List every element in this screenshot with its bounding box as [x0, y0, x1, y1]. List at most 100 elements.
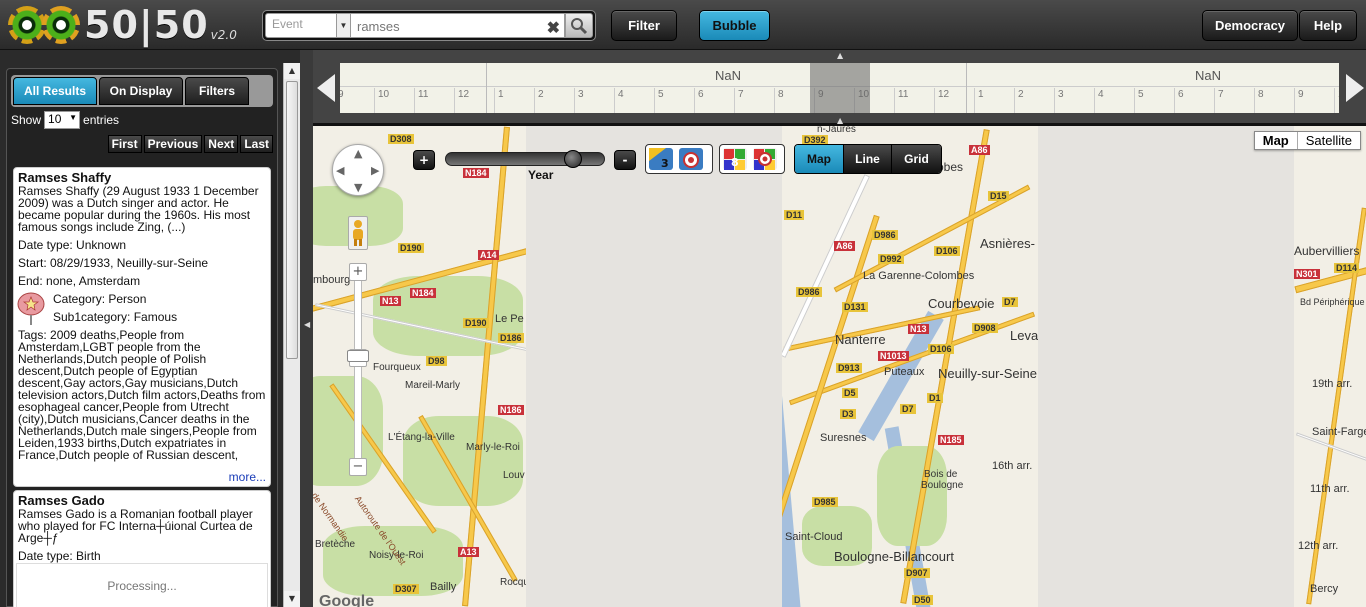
road-label: D3	[840, 409, 856, 419]
place-label: Levallo	[1010, 328, 1038, 343]
map-tile: Aubervilliers N301 D114 Bd Périphérique …	[1294, 126, 1366, 607]
bubble-button[interactable]: Bubble	[699, 10, 770, 41]
cluster-overlay-icon[interactable]: 8	[722, 147, 748, 171]
result-title[interactable]: Ramses Shaffy	[18, 170, 266, 185]
scroll-up-icon[interactable]: ▲	[284, 63, 300, 79]
street-view-pegman-icon[interactable]	[348, 216, 368, 250]
zoom-slider-track[interactable]	[354, 266, 362, 476]
place-label: Le Pe	[495, 313, 524, 325]
road-label: N1013	[878, 351, 909, 361]
timeline-window[interactable]: ▲ ▲	[810, 51, 870, 125]
help-button[interactable]: Help	[1299, 10, 1357, 41]
zoom-in-button[interactable]: +	[349, 263, 367, 281]
place-label: Boulogne-Billancourt	[834, 549, 954, 564]
results-sidebar: All Results On Display Filters Show 10 ▼…	[6, 68, 278, 607]
chevron-down-icon[interactable]: ▼	[336, 14, 350, 37]
timeline-tick-label: 3	[1054, 88, 1064, 113]
timeline-tick-label: 1	[974, 88, 984, 113]
window-handle-down-icon[interactable]: ▲	[837, 116, 843, 125]
road-label: D908	[972, 323, 998, 333]
road-label: D986	[796, 287, 822, 297]
road-label: D15	[988, 191, 1009, 201]
pan-control[interactable]: ▲ ◀ ▶ ▼	[332, 144, 384, 196]
zoom-slider-thumb[interactable]	[347, 350, 369, 362]
year-zoom-in-button[interactable]: +	[413, 150, 435, 170]
year-zoom-out-button[interactable]: -	[614, 150, 636, 170]
entries-value: 10	[48, 112, 62, 126]
heat-overlay-icon[interactable]	[752, 147, 778, 171]
map-type-map-button[interactable]: Map	[1255, 132, 1298, 149]
last-page-button[interactable]: Last	[240, 135, 273, 153]
timeline-tick-label: 12	[454, 88, 469, 113]
scroll-down-icon[interactable]: ▼	[284, 591, 300, 607]
timeline-tick-label: 12	[934, 88, 949, 113]
window-handle-up-icon[interactable]: ▲	[837, 51, 843, 60]
search-type-placeholder: Event	[272, 17, 303, 31]
timeline-tick-label: 10	[1334, 88, 1339, 113]
road-label: D50	[912, 595, 933, 605]
previous-page-button[interactable]: Previous	[143, 135, 203, 153]
tab-on-display[interactable]: On Display	[99, 77, 183, 105]
mode-grid-button[interactable]: Grid	[891, 145, 941, 173]
map-type-control: Map Satellite	[1253, 131, 1361, 150]
target-layer-icon[interactable]	[678, 147, 704, 171]
result-title[interactable]: Ramses Gado	[18, 493, 266, 508]
place-label: Rocqu	[500, 577, 526, 588]
year-slider[interactable]	[445, 150, 605, 168]
timeline[interactable]: NaN NaN 91011121234567891011121234567891…	[313, 50, 1366, 126]
entries-select[interactable]: 10 ▼	[44, 111, 81, 129]
road-label: D308	[388, 134, 414, 144]
sidebar-tabs: All Results On Display Filters	[11, 75, 273, 107]
filter-button[interactable]: Filter	[611, 10, 677, 41]
road-label: N186	[498, 405, 524, 415]
scrollbar-thumb[interactable]	[286, 81, 298, 359]
mode-line-button[interactable]: Line	[843, 145, 891, 173]
pan-down-icon[interactable]: ▼	[354, 181, 362, 194]
zoom-out-button[interactable]: −	[349, 458, 367, 476]
timeline-tick-label: 5	[1134, 88, 1144, 113]
place-label: Marly-le-Roi	[466, 442, 520, 453]
timeline-separator	[486, 63, 487, 113]
tab-filters[interactable]: Filters	[185, 77, 249, 105]
first-page-button[interactable]: First	[107, 135, 142, 153]
map-canvas[interactable]: D308 N184 D190 A14 N13 N184 D190 D186 D9…	[313, 126, 1366, 607]
place-label: L'Étang-la-Ville	[388, 432, 455, 443]
next-page-button[interactable]: Next	[204, 135, 239, 153]
result-category: Category: Person	[53, 292, 147, 306]
pan-up-icon[interactable]: ▲	[354, 147, 362, 160]
processing-indicator: Processing...	[16, 563, 268, 607]
panel-divider[interactable]: ◀	[300, 50, 313, 607]
road-label: D106	[928, 344, 954, 354]
pan-right-icon[interactable]: ▶	[371, 164, 379, 177]
tab-all-results[interactable]: All Results	[13, 77, 97, 105]
year-slider-knob[interactable]	[564, 150, 582, 168]
google-attribution: Google	[319, 593, 375, 607]
place-label: Puteaux	[884, 366, 925, 378]
clear-icon[interactable]: ✖	[547, 18, 560, 38]
more-link[interactable]: more...	[229, 471, 266, 483]
road-label: D985	[812, 497, 838, 507]
search-type-select[interactable]: Event ▼	[265, 13, 351, 38]
place-label: Saint-Cloud	[785, 531, 843, 543]
numbered-layer-icon[interactable]: 3	[648, 147, 674, 171]
search-button[interactable]	[565, 13, 593, 38]
timeline-tick-label: 9	[1294, 88, 1304, 113]
result-card[interactable]: Ramses Shaffy Ramses Shaffy (29 August 1…	[13, 167, 271, 487]
show-entries-row: Show 10 ▼ entries	[11, 111, 119, 129]
place-label: mbourg	[313, 274, 351, 286]
map-type-satellite-button[interactable]: Satellite	[1298, 132, 1360, 149]
timeline-left-arrow-icon[interactable]	[317, 74, 335, 102]
timeline-tick-label: 3	[574, 88, 584, 113]
result-start: Start: 08/29/1933, Neuilly-sur-Seine	[18, 256, 209, 270]
timeline-tick-label: 5	[654, 88, 664, 113]
collapse-left-icon[interactable]: ◀	[304, 320, 310, 329]
mode-map-button[interactable]: Map	[795, 145, 843, 173]
search-input[interactable]: ramses ✖	[351, 13, 565, 38]
road-label: D7	[900, 404, 916, 414]
democracy-button[interactable]: Democracy	[1202, 10, 1298, 41]
timeline-right-arrow-icon[interactable]	[1346, 74, 1364, 102]
logo[interactable]: 50|50 v2.0	[8, 3, 237, 47]
sidebar-scrollbar[interactable]: ▲ ▼	[283, 63, 300, 607]
result-card[interactable]: Ramses Gado Ramses Gado is a Romanian fo…	[13, 490, 271, 607]
pan-left-icon[interactable]: ◀	[336, 164, 344, 177]
